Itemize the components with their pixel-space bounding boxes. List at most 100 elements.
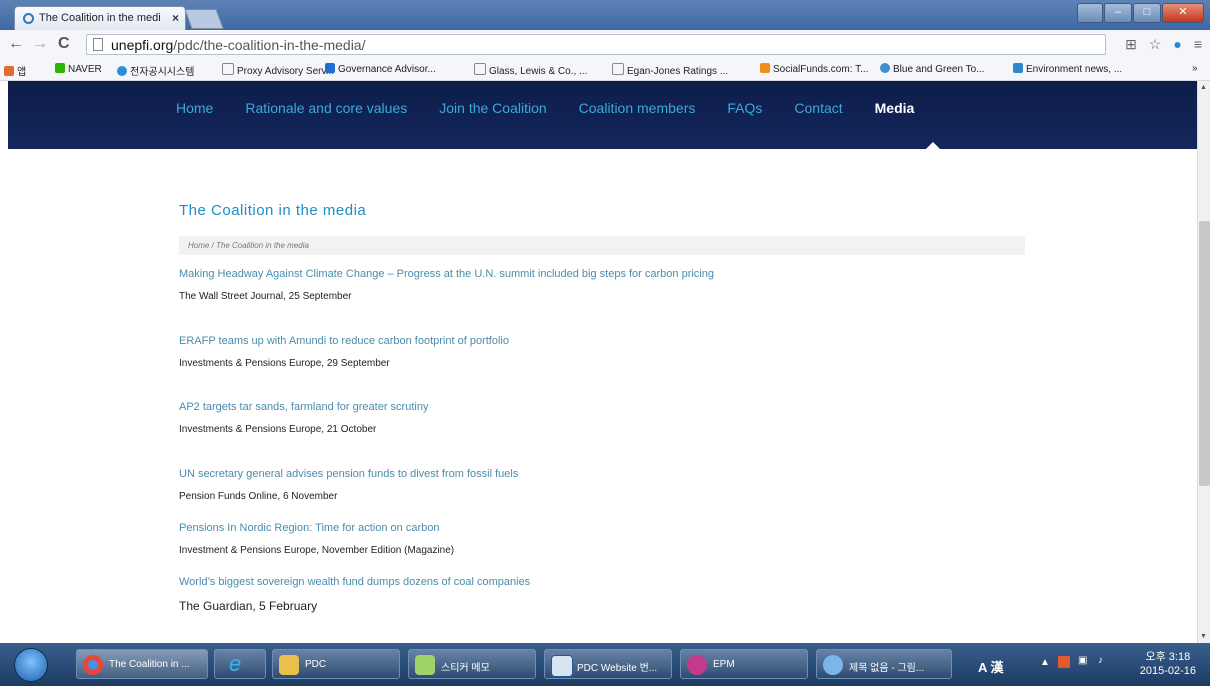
word-icon [551, 655, 573, 677]
article-source: The Wall Street Journal, 25 September [179, 291, 352, 302]
url-host: unepfi.org [111, 37, 174, 53]
url-path: /pdc/the-coalition-in-the-media/ [173, 37, 366, 53]
minimize-button[interactable]: – [1104, 3, 1132, 23]
dart-icon [117, 66, 127, 76]
page-title: The Coalition in the media [179, 202, 367, 219]
article-item: ERAFP teams up with Amundi to reduce car… [179, 335, 509, 369]
network-icon[interactable]: ▣ [1078, 655, 1087, 666]
system-tray: A 漢 ▲ ▣ ♪ 오후 3:18 2015-02-16 [960, 643, 1210, 686]
taskbar-item-chrome[interactable]: The Coalition in ... [76, 649, 208, 679]
article-source: The Guardian, 5 February [179, 599, 318, 613]
clock-date: 2015-02-16 [1139, 665, 1196, 677]
guardian-icon [1013, 63, 1023, 73]
taskbar-item-epm[interactable]: EPM [680, 649, 808, 679]
tray-app-icon[interactable] [1058, 656, 1070, 668]
article-item: Making Headway Against Climate Change – … [179, 268, 714, 302]
loading-icon [23, 13, 34, 24]
forward-icon[interactable]: → [32, 35, 48, 53]
scrollbar-thumb[interactable] [1199, 221, 1210, 486]
sticky-note-icon [415, 655, 435, 675]
user-icon[interactable] [1077, 3, 1103, 23]
article-source: Pension Funds Online, 6 November [179, 491, 338, 502]
nav-home[interactable]: Home [176, 100, 213, 116]
maximize-button[interactable]: □ [1133, 3, 1161, 23]
scroll-down-icon[interactable]: ▼ [1200, 633, 1207, 640]
play-icon [325, 63, 335, 73]
apps-icon [4, 66, 14, 76]
nav-members[interactable]: Coalition members [579, 100, 696, 116]
volume-icon[interactable]: ♪ [1098, 655, 1103, 666]
bookmark-naver[interactable]: NAVER [55, 63, 102, 75]
translate-icon[interactable]: ⊞ [1125, 36, 1137, 53]
article-link[interactable]: AP2 targets tar sands, farmland for grea… [179, 401, 428, 413]
new-tab-button[interactable] [184, 9, 224, 29]
naver-icon [55, 63, 65, 73]
article-source: Investments & Pensions Europe, 21 Octobe… [179, 424, 377, 435]
ie-icon: e [229, 651, 242, 676]
title-bar: The Coalition in the medi × – □ ✕ [0, 0, 1210, 30]
page-icon [222, 63, 234, 75]
paint-icon [823, 655, 843, 675]
breadcrumb: Home / The Coalition in the media [179, 236, 1025, 255]
taskbar-item-ie[interactable]: e [214, 649, 266, 679]
back-icon[interactable]: ← [8, 35, 24, 53]
bookmark-environment[interactable]: Environment news, ... [1013, 63, 1122, 75]
nav-media[interactable]: Media [875, 100, 915, 116]
scroll-up-icon[interactable]: ▲ [1200, 84, 1207, 91]
article-item: UN secretary general advises pension fun… [179, 468, 518, 502]
bookmark-socialfunds[interactable]: SocialFunds.com: T... [760, 63, 868, 75]
nav-contact[interactable]: Contact [794, 100, 842, 116]
clock-time: 오후 3:18 [1145, 651, 1191, 663]
site-header: Home Rationale and core values Join the … [8, 81, 1197, 149]
home-icon [760, 63, 770, 73]
article-link[interactable]: Pensions In Nordic Region: Time for acti… [179, 522, 454, 534]
nav-join[interactable]: Join the Coalition [439, 100, 546, 116]
taskbar-item-paint[interactable]: 제목 없음 - 그림... [816, 649, 952, 679]
site-nav: Home Rationale and core values Join the … [176, 100, 946, 116]
taskbar-item-sticky-notes[interactable]: 스티커 메모 [408, 649, 536, 679]
taskbar-item-folder[interactable]: PDC [272, 649, 400, 679]
article-link[interactable]: World’s biggest sovereign wealth fund du… [179, 576, 530, 588]
bookmark-proxy[interactable]: Proxy Advisory Serv... [222, 63, 334, 77]
nav-rationale[interactable]: Rationale and core values [245, 100, 407, 116]
browser-tab[interactable]: The Coalition in the medi × [14, 6, 186, 30]
start-button[interactable] [14, 648, 48, 682]
article-item: World’s biggest sovereign wealth fund du… [179, 576, 530, 613]
folder-icon [279, 655, 299, 675]
address-bar[interactable]: unepfi.org/pdc/the-coalition-in-the-medi… [86, 34, 1106, 55]
bookmarks-overflow[interactable]: » [1192, 63, 1198, 74]
bookmark-glass-lewis[interactable]: Glass, Lewis & Co., ... [474, 63, 587, 77]
globe-icon [880, 63, 890, 73]
menu-icon[interactable]: ≡ [1194, 36, 1202, 53]
main-content: The Coalition in the media Home / The Co… [179, 202, 1025, 613]
bookmark-egan-jones[interactable]: Egan-Jones Ratings ... [612, 63, 728, 77]
article-link[interactable]: Making Headway Against Climate Change – … [179, 268, 714, 280]
close-tab-icon[interactable]: × [172, 11, 179, 25]
ime-indicator[interactable]: A 漢 [978, 657, 1004, 676]
window-controls: – □ ✕ [1077, 3, 1204, 23]
bookmark-blue-green[interactable]: Blue and Green To... [880, 63, 985, 75]
nav-faqs[interactable]: FAQs [727, 100, 762, 116]
article-link[interactable]: UN secretary general advises pension fun… [179, 468, 518, 480]
browser-toolbar: ← → C unepfi.org/pdc/the-coalition-in-th… [0, 30, 1210, 61]
page-icon [612, 63, 624, 75]
page-icon [474, 63, 486, 75]
article-source: Investments & Pensions Europe, 29 Septem… [179, 358, 390, 369]
article-item: Pensions In Nordic Region: Time for acti… [179, 522, 454, 556]
chrome-icon [83, 655, 103, 675]
bookmark-apps[interactable]: 앱 [4, 63, 26, 78]
close-window-button[interactable]: ✕ [1162, 3, 1204, 23]
vertical-scrollbar[interactable]: ▲ ▼ [1197, 81, 1210, 643]
clock[interactable]: 오후 3:18 2015-02-16 [1140, 650, 1196, 678]
taskbar: The Coalition in ... e PDC 스티커 메모 PDC We… [0, 643, 1210, 686]
tray-expand-icon[interactable]: ▲ [1040, 657, 1050, 668]
tab-title: The Coalition in the medi [39, 12, 161, 24]
bookmark-governance[interactable]: Governance Advisor... [325, 63, 436, 75]
article-item: AP2 targets tar sands, farmland for grea… [179, 401, 428, 435]
bookmark-star-icon[interactable]: ☆ [1149, 36, 1162, 53]
article-link[interactable]: ERAFP teams up with Amundi to reduce car… [179, 335, 509, 347]
extension-icon[interactable]: ● [1173, 36, 1181, 53]
reload-icon[interactable]: C [58, 35, 70, 53]
taskbar-item-word[interactable]: PDC Website 번... [544, 649, 672, 679]
bookmark-dart[interactable]: 전자공시시스템 [117, 63, 194, 78]
